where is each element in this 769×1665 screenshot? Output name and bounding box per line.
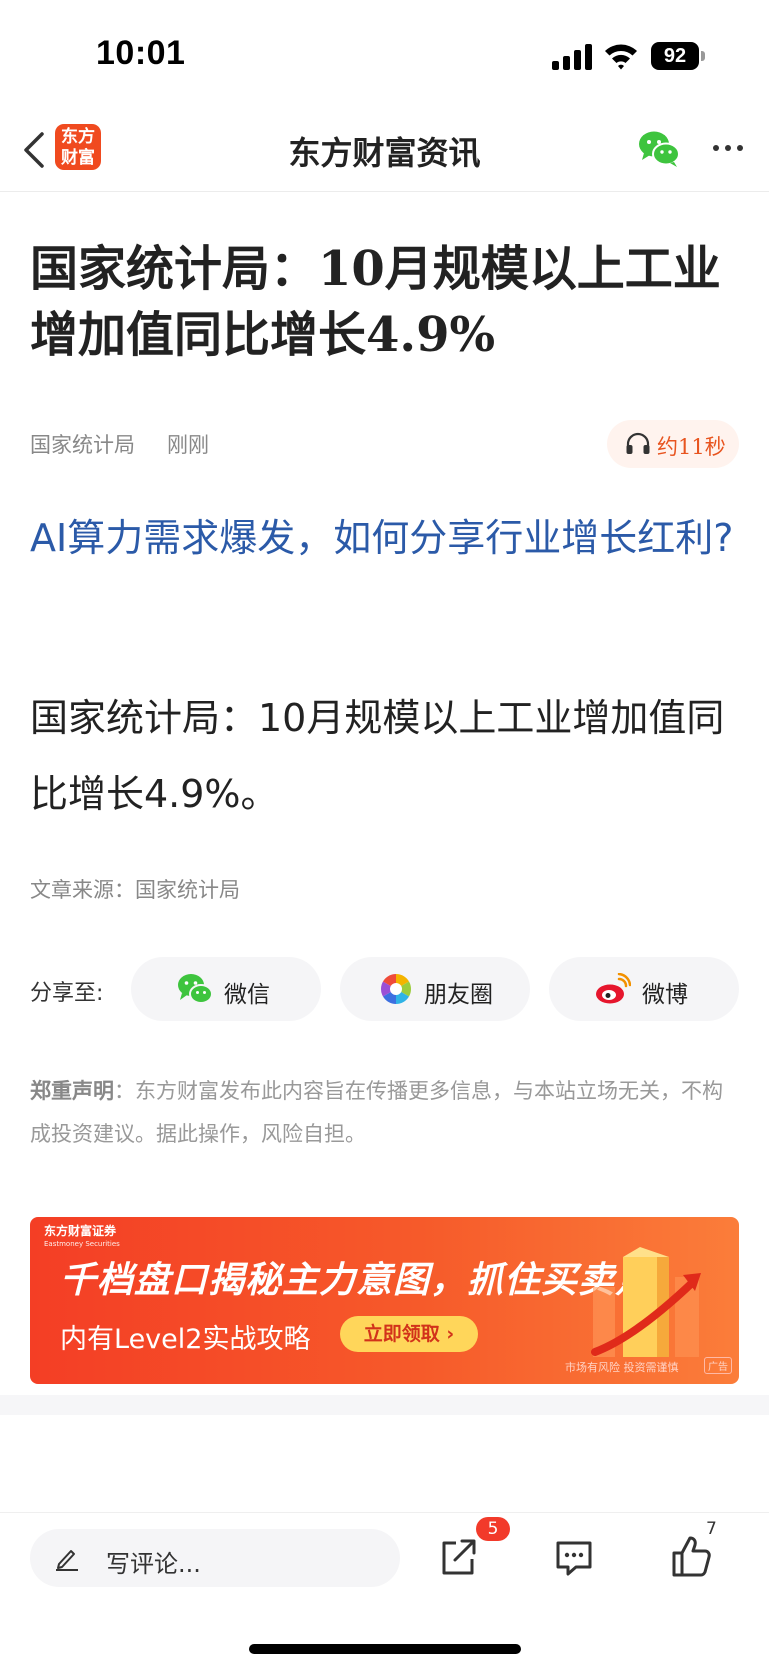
ad-chart-illustration bbox=[591, 1247, 701, 1357]
weibo-icon bbox=[596, 973, 631, 1004]
share-label: 分享至: bbox=[30, 981, 104, 1006]
listen-audio-button[interactable]: 约11秒 bbox=[607, 420, 739, 468]
ad-brand-name: 东方财富证券 bbox=[44, 1224, 117, 1238]
status-bar: 10:01 92 bbox=[0, 0, 769, 110]
ad-headline: 千档盘口揭秘主力意图，抓住买卖点 bbox=[60, 1260, 653, 1301]
share-wechat-label: 微信 bbox=[224, 982, 270, 1008]
thumbs-up-icon[interactable] bbox=[669, 1533, 713, 1579]
disclaimer: 郑重声明：东方财富发布此内容旨在传播更多信息，与本站立场无关，不构成投资建议。据… bbox=[30, 1070, 740, 1156]
cellular-signal-icon bbox=[552, 44, 592, 70]
ad-banner[interactable]: 东方财富证券 Eastmoney Securities 千档盘口揭秘主力意图，抓… bbox=[30, 1217, 739, 1384]
article-body: 国家统计局：10月规模以上工业增加值同比增长4.9%。 bbox=[30, 696, 725, 816]
share-wechat-button[interactable]: 微信 bbox=[131, 957, 321, 1021]
share-weibo-label: 微博 bbox=[642, 982, 688, 1008]
like-count: 7 bbox=[706, 1519, 717, 1539]
share-count-badge: 5 bbox=[476, 1517, 510, 1541]
share-moments-button[interactable]: 朋友圈 bbox=[340, 957, 530, 1021]
headphones-icon bbox=[626, 432, 650, 454]
wechat-icon[interactable] bbox=[638, 130, 680, 168]
section-divider bbox=[0, 1395, 769, 1415]
ad-subtitle: 内有Level2实战攻略 bbox=[60, 1324, 311, 1355]
disclaimer-text: ：东方财富发布此内容旨在传播更多信息，与本站立场无关，不构成投资建议。据此操作，… bbox=[30, 1079, 723, 1146]
comment-placeholder: 写评论... bbox=[106, 1550, 201, 1578]
share-icon[interactable] bbox=[436, 1535, 480, 1579]
home-indicator[interactable] bbox=[249, 1644, 521, 1654]
article-source-line: 文章来源：国家统计局 bbox=[30, 878, 240, 902]
more-options-icon[interactable] bbox=[708, 136, 748, 160]
battery-level: 92 bbox=[663, 45, 687, 67]
comment-input[interactable]: 写评论... bbox=[30, 1529, 400, 1587]
share-moments-label: 朋友圈 bbox=[424, 982, 493, 1008]
article-source-name[interactable]: 国家统计局 bbox=[30, 429, 135, 459]
ad-brand-sub: Eastmoney Securities bbox=[44, 1240, 120, 1248]
wechat-icon bbox=[178, 974, 213, 1004]
promo-link[interactable]: AI算力需求爆发，如何分享行业增长红利? bbox=[30, 500, 750, 576]
share-weibo-button[interactable]: 微博 bbox=[549, 957, 739, 1021]
nav-bar: 东方 财富 东方财富资讯 bbox=[0, 110, 769, 192]
ad-brand: 东方财富证券 Eastmoney Securities bbox=[44, 1225, 120, 1251]
ad-tag: 广告 bbox=[704, 1357, 732, 1374]
wifi-icon bbox=[605, 44, 637, 70]
status-time: 10:01 bbox=[96, 34, 186, 72]
ad-risk-notice: 市场有风险 投资需谨慎 bbox=[565, 1361, 679, 1374]
article-headline: 国家统计局：10月规模以上工业增加值同比增长4.9% bbox=[30, 241, 721, 363]
pen-icon bbox=[56, 1550, 78, 1571]
battery-icon: 92 bbox=[651, 42, 705, 70]
article-time: 刚刚 bbox=[167, 433, 209, 457]
bottom-action-bar: 写评论... 5 7 bbox=[0, 1512, 769, 1665]
ad-cta-button[interactable]: 立即领取 › bbox=[340, 1316, 478, 1352]
disclaimer-title: 郑重声明 bbox=[30, 1079, 114, 1103]
comment-icon[interactable] bbox=[552, 1535, 596, 1579]
audio-duration: 约11秒 bbox=[657, 435, 726, 459]
moments-icon bbox=[380, 974, 412, 1004]
